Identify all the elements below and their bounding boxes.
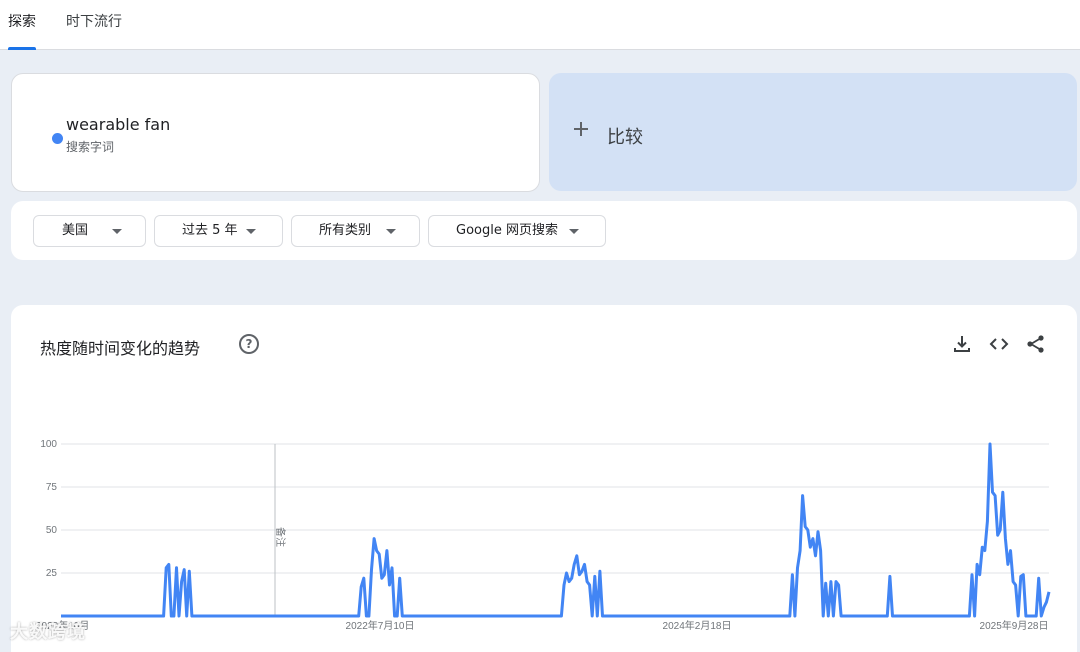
x-tick-label: 2025年9月28日 — [980, 619, 1049, 632]
watermark: 大数跨境 — [10, 622, 86, 643]
x-tick-label: 2022年7月10日 — [346, 619, 415, 632]
y-tick-label: 100 — [40, 439, 57, 450]
top-nav: 探索 时下流行 — [0, 0, 1080, 50]
time-filter-label: 过去 5 年 — [182, 223, 238, 238]
search-term-type: 搜索字词 — [66, 140, 115, 154]
interest-over-time-card: 热度随时间变化的趋势 ? 25 50 75 100 备注 2020年10月 2022年7… — [11, 305, 1077, 652]
note-marker-label: 备注 — [274, 527, 287, 547]
category-filter[interactable]: 所有类别 — [291, 215, 420, 247]
compare-label: 比较 — [607, 127, 643, 148]
caret-down-icon — [386, 229, 396, 234]
search-source-filter-label: Google 网页搜索 — [456, 223, 558, 238]
time-filter[interactable]: 过去 5 年 — [154, 215, 283, 247]
caret-down-icon — [112, 229, 122, 234]
y-tick-label: 75 — [46, 482, 58, 493]
category-filter-label: 所有类别 — [319, 223, 372, 238]
y-tick-label: 50 — [46, 525, 58, 536]
tab-trending[interactable]: 时下流行 — [66, 0, 122, 50]
search-term-name[interactable]: wearable fan — [66, 115, 170, 134]
tab-explore[interactable]: 探索 — [8, 0, 36, 50]
term-color-dot — [52, 133, 63, 144]
search-source-filter[interactable]: Google 网页搜索 — [428, 215, 606, 247]
compare-button[interactable]: 比较 — [549, 73, 1077, 191]
region-filter[interactable]: 美国 — [33, 215, 146, 247]
filter-bar: 美国 过去 5 年 所有类别 Google 网页搜索 — [11, 201, 1077, 260]
x-tick-label: 2024年2月18日 — [663, 619, 732, 632]
caret-down-icon — [246, 229, 256, 234]
region-filter-label: 美国 — [62, 223, 89, 238]
plus-icon — [573, 121, 589, 137]
y-tick-label: 25 — [46, 568, 58, 579]
caret-down-icon — [569, 229, 579, 234]
trend-line-chart: 255075100 备注 2020年10月 2022年7月10日 2024年2月18… — [36, 439, 1051, 632]
search-term-card[interactable]: wearable fan 搜索字词 — [11, 73, 540, 192]
